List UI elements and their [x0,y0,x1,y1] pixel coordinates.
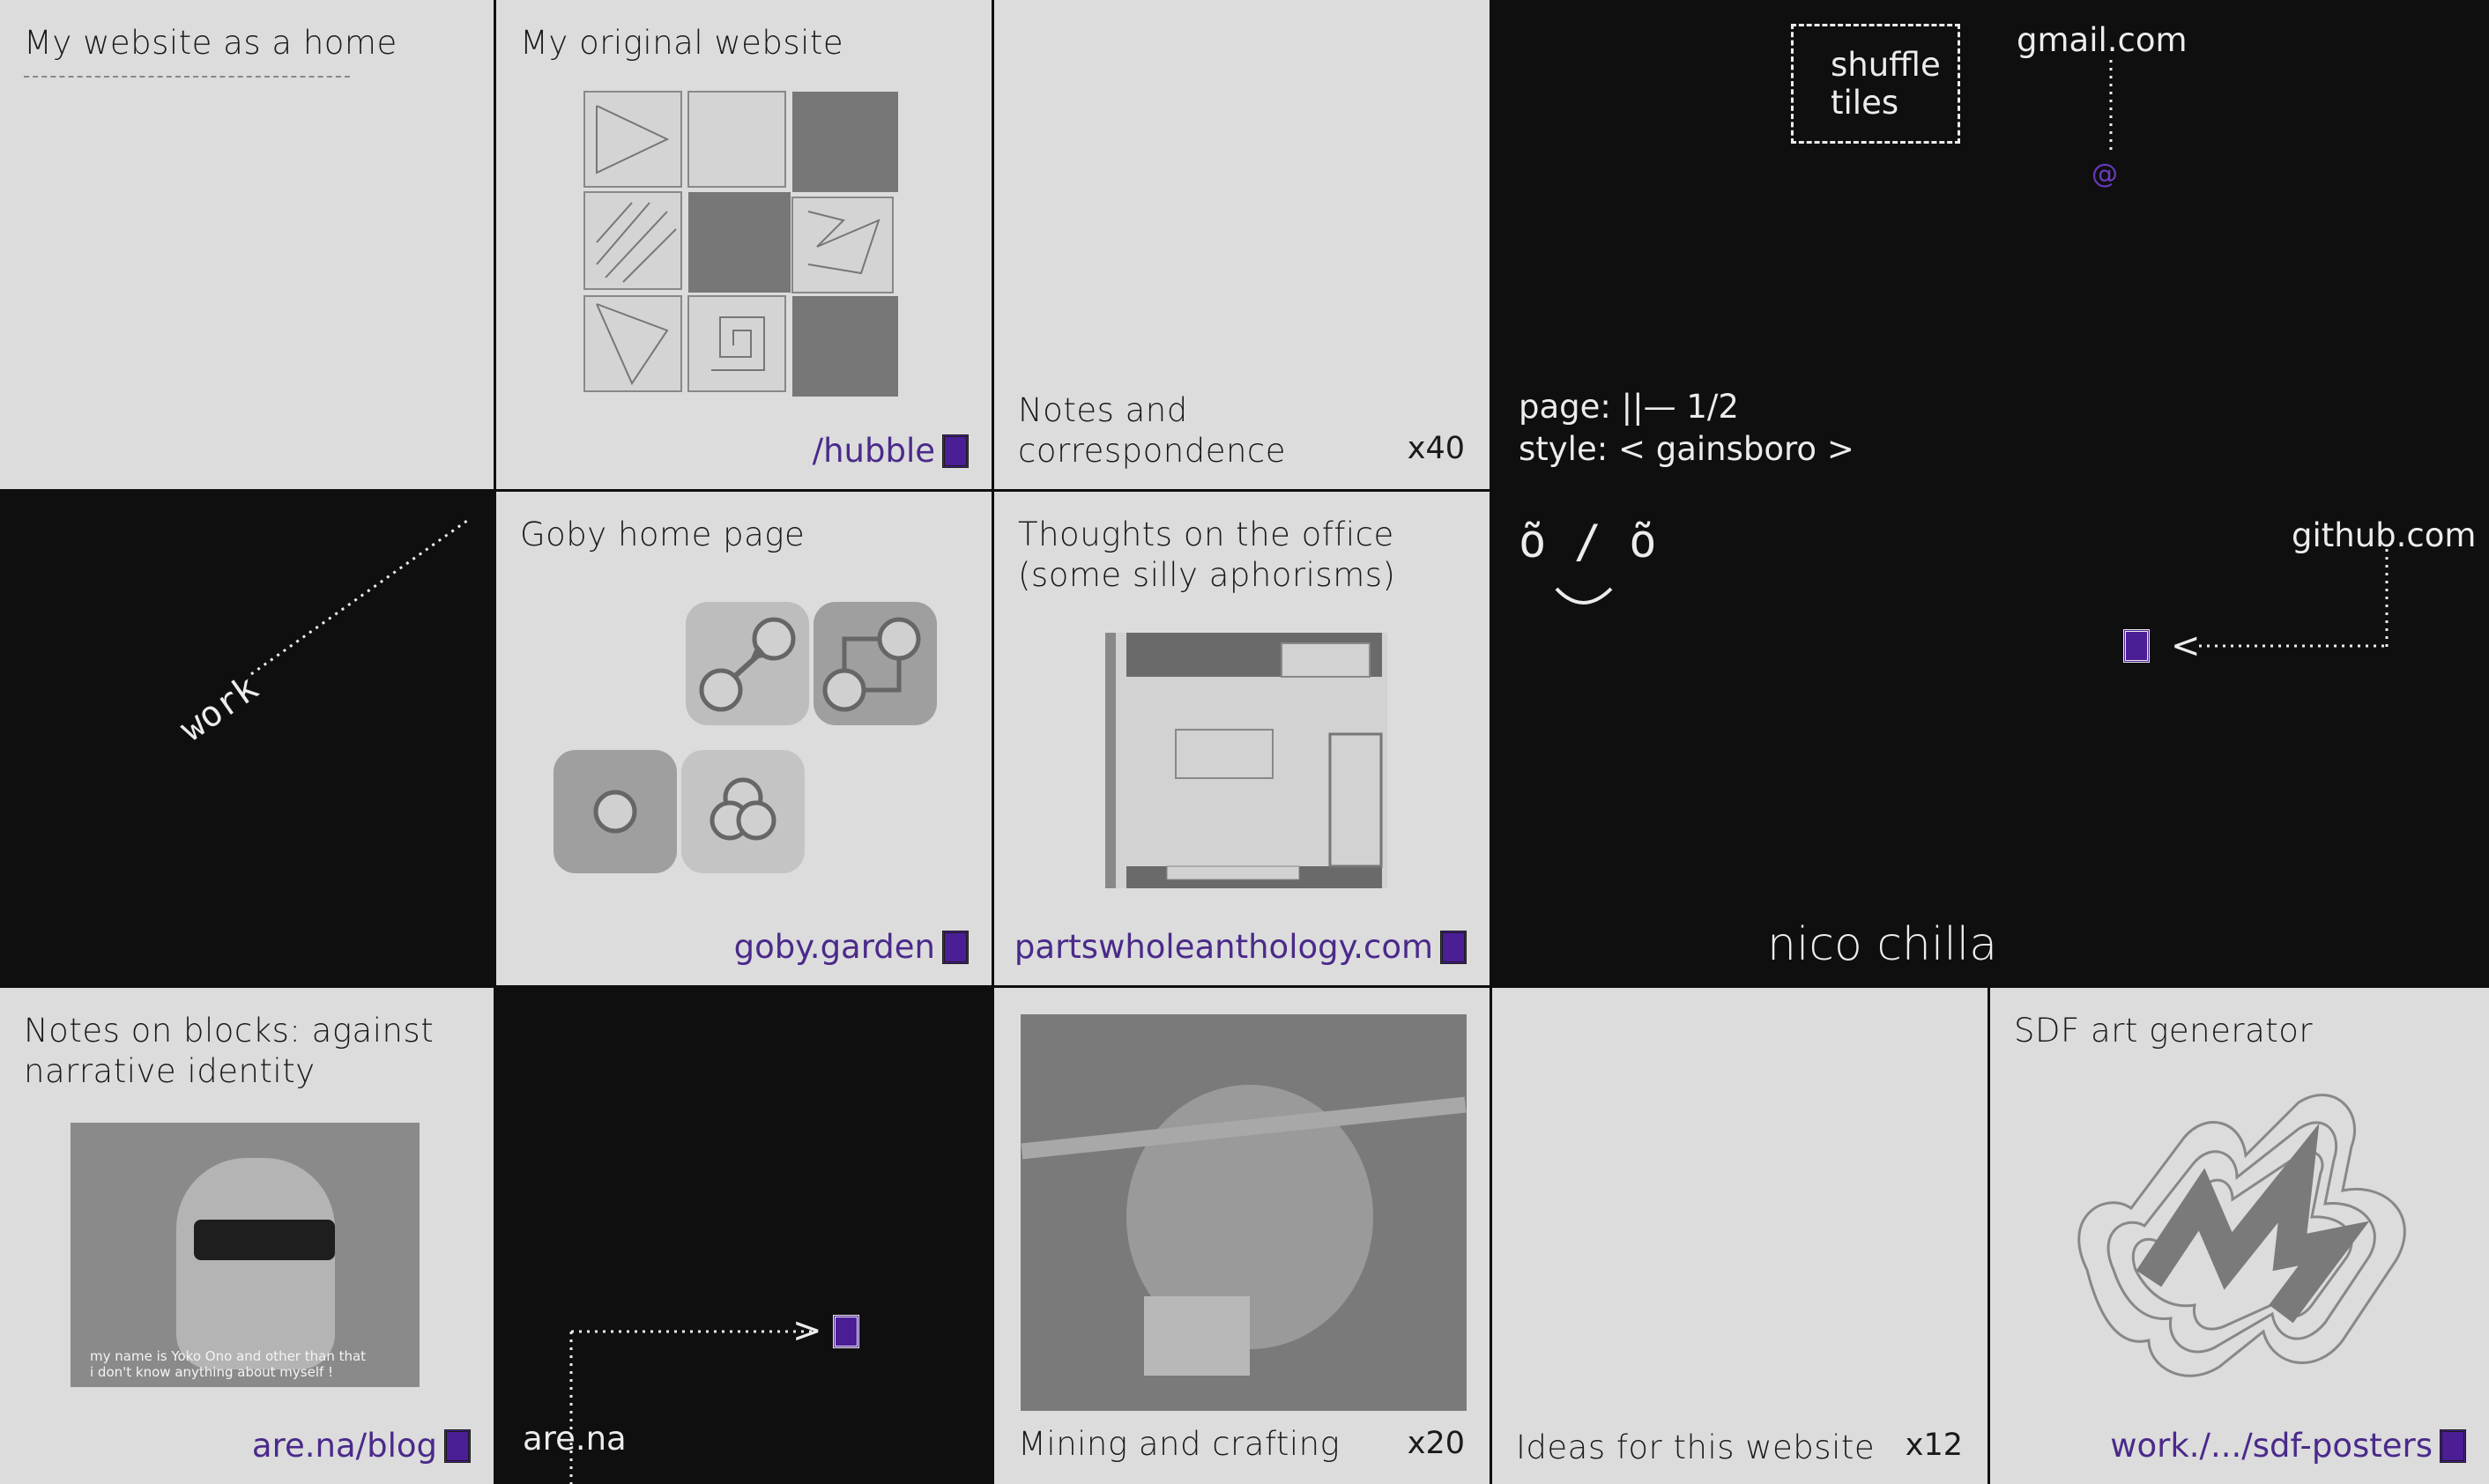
page-value[interactable]: ||— 1/2 [1622,388,1739,426]
tile-title: My website as a home [24,24,397,62]
office-link[interactable]: partswholeanthology.com [1014,928,1467,966]
tile-home[interactable]: My website as a home [0,0,494,489]
dotted-connector [250,516,472,676]
face-emoticon: õ / õ [1519,516,1657,568]
link-text: partswholeanthology.com [1014,928,1433,966]
tile-original-website[interactable]: My original website /hubble [496,0,992,489]
floorplan-preview [1105,633,1387,888]
at-icon[interactable]: @ [2092,159,2118,189]
sdf-art-preview [2077,1094,2406,1377]
style-control[interactable]: style: < gainsboro > [1519,428,1854,471]
page-control[interactable]: page: ||— 1/2 [1519,386,1739,428]
hubble-link[interactable]: /hubble [813,432,969,470]
tile-arena[interactable]: > are.na [496,988,992,1484]
control-panel: shuffle tiles gmail.com @ page: ||— 1/2 … [1492,0,2489,985]
style-value[interactable]: < gainsboro > [1618,430,1854,468]
block-icon [444,1428,471,1463]
arrow-left: < [2171,626,2201,666]
item-count: x40 [1407,431,1465,466]
tile-blocks[interactable]: Notes on blocks: against narrative ident… [0,988,494,1484]
hubble-grid-preview [583,91,898,397]
link-text: goby.garden [733,928,935,966]
page-label: page: [1519,388,1611,426]
tile-title: My original website [520,24,844,62]
dotted-connector [2199,549,2389,649]
link-text: are.na/blog [251,1427,437,1465]
tile-mining[interactable]: Mining and crafting x20 [994,988,1490,1484]
item-count: x12 [1905,1428,1963,1463]
video-still-preview: my name is Yoko Ono and other than that … [71,1123,420,1387]
shuffle-tiles-button[interactable]: shuffle tiles [1791,24,1960,144]
block-icon [942,434,969,468]
block-icon [2440,1428,2466,1463]
dotted-connector [2109,60,2113,152]
aerial-photo-preview [1021,1014,1467,1411]
tile-work[interactable]: work [0,492,494,985]
tile-title: Notes on blocks: against narrative ident… [24,1012,435,1090]
sunglasses-shape [194,1220,335,1260]
arena-blog-link[interactable]: are.na/blog [252,1427,471,1465]
link-text: /hubble [812,432,935,470]
shuffle-label: shuffle tiles [1831,46,1941,122]
tile-title: Goby home page [520,516,806,553]
style-label: style: [1519,430,1609,468]
block-icon[interactable] [833,1315,859,1348]
gmail-link[interactable]: gmail.com [2017,21,2188,59]
block-icon [942,930,969,964]
tile-title: Mining and crafting [1018,1425,1341,1463]
arena-label[interactable]: are.na [523,1420,627,1458]
tile-goby[interactable]: Goby home page goby.garden [496,492,992,985]
video-caption: my name is Yoko Ono and other than that … [90,1348,367,1380]
tile-title: SDF art generator [2014,1012,2314,1050]
building-shape [1144,1296,1250,1376]
tile-notes[interactable]: Notes and correspondence x40 [994,0,1490,489]
block-icon[interactable] [2123,629,2150,663]
smile-icon [1555,587,1613,605]
tile-title: Ideas for this website [1516,1428,1876,1466]
arrow-right: > [792,1310,822,1351]
tile-sdf[interactable]: SDF art generator work./.../sdf-posters [1990,988,2489,1484]
site-author-name: nico chilla [1767,918,1998,971]
tile-office[interactable]: Thoughts on the office (some silly aphor… [994,492,1490,985]
link-text: work./.../sdf-posters [2110,1427,2433,1465]
goby-link[interactable]: goby.garden [734,928,969,966]
sdf-posters-link[interactable]: work./.../sdf-posters [2110,1427,2466,1465]
goby-icons-preview [554,602,937,873]
title-underline [24,76,350,78]
tile-grid: My website as a home My original website… [0,0,2489,1484]
tile-title: Thoughts on the office (some silly aphor… [1018,516,1396,594]
block-icon [1440,930,1467,964]
item-count: x20 [1407,1426,1465,1461]
portrait-shape [176,1158,335,1369]
tile-ideas[interactable]: Ideas for this website x12 [1492,988,1987,1484]
tile-title: Notes and correspondence [1018,391,1287,470]
